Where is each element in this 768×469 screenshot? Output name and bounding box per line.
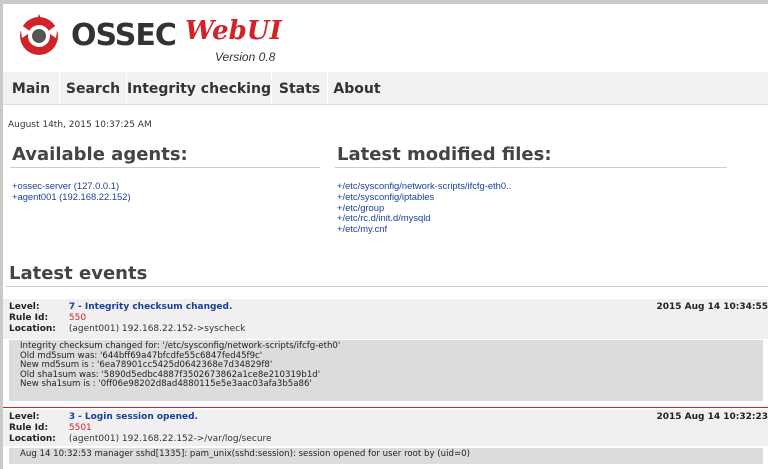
event-level: 7	[68, 302, 76, 312]
event-location: (agent001) 192.168.22.152->/var/log/secu…	[68, 434, 272, 444]
event-rule-line: Rule Id: 550	[9, 313, 86, 323]
agents-divider	[10, 167, 320, 168]
event-detail-line: New sha1sum is : '0ff06e98202d8ad4880115…	[20, 379, 312, 389]
event-date: 2015 Aug 14 10:34:55	[656, 302, 768, 312]
location-label: Location:	[9, 434, 56, 444]
rule-id-label: Rule Id:	[9, 423, 49, 433]
level-label: Level:	[9, 302, 40, 312]
event-description-link[interactable]: Login session opened.	[85, 412, 198, 422]
event-header: Level: 7 - Integrity checksum changed. R…	[3, 299, 768, 339]
event-date: 2015 Aug 14 10:32:23	[656, 412, 768, 422]
event-description-link[interactable]: Integrity checksum changed.	[85, 302, 233, 312]
available-agents-title: Available agents:	[12, 144, 188, 165]
event-rule-line: Rule Id: 5501	[9, 423, 92, 433]
current-timestamp: August 14th, 2015 10:37:25 AM	[8, 120, 152, 130]
event-level-line: Level: 7 - Integrity checksum changed.	[9, 302, 233, 312]
event-location: (agent001) 192.168.22.152->syscheck	[68, 324, 246, 334]
event-level-line: Level: 3 - Login session opened.	[9, 412, 198, 422]
header: OSSEC WebUI Version 0.8	[3, 4, 768, 72]
tab-stats[interactable]: Stats	[272, 72, 328, 104]
level-label: Level:	[9, 412, 40, 422]
event-level: 3	[68, 412, 76, 422]
tab-main[interactable]: Main	[3, 72, 60, 104]
tab-about[interactable]: About	[328, 72, 386, 104]
file-link[interactable]: +/etc/sysconfig/iptables	[337, 191, 511, 203]
event-separator	[3, 407, 768, 408]
agent-link[interactable]: +agent001 (192.168.22.152)	[12, 191, 131, 203]
event-details: Aug 14 10:32:53 manager sshd[1335]: pam_…	[9, 448, 763, 464]
event-location-line: Location: (agent001) 192.168.22.152->/va…	[9, 434, 272, 444]
files-divider	[335, 167, 727, 168]
event-detail-line: Aug 14 10:32:53 manager sshd[1335]: pam_…	[20, 449, 470, 459]
ossec-logo[interactable]: OSSEC WebUI Version 0.8	[15, 12, 435, 67]
main-nav: Main Search Integrity checking Stats Abo…	[3, 72, 768, 105]
event-header: Level: 3 - Login session opened. Rule Id…	[3, 410, 768, 446]
latest-events-title: Latest events	[9, 263, 148, 284]
agents-list: +ossec-server (127.0.0.1) +agent001 (192…	[12, 180, 131, 203]
event-location-line: Location: (agent001) 192.168.22.152->sys…	[9, 324, 245, 334]
location-label: Location:	[9, 324, 56, 334]
version-label: Version 0.8	[215, 50, 276, 64]
logo-ossec-text: OSSEC	[71, 18, 177, 53]
latest-modified-files-title: Latest modified files:	[337, 144, 552, 165]
event-details: Integrity checksum changed for: '/etc/sy…	[9, 340, 763, 401]
ossec-logo-icon	[20, 14, 58, 55]
rule-id-label: Rule Id:	[9, 313, 49, 323]
events-divider	[6, 286, 768, 287]
rule-id-link[interactable]: 5501	[69, 423, 92, 433]
rule-id-link[interactable]: 550	[69, 313, 86, 323]
modified-files-list: +/etc/sysconfig/network-scripts/ifcfg-et…	[337, 180, 511, 235]
tab-search[interactable]: Search	[60, 72, 127, 104]
file-link[interactable]: +/etc/my.cnf	[337, 223, 511, 235]
logo-webui-text: WebUI	[185, 16, 282, 46]
tab-integrity-checking[interactable]: Integrity checking	[127, 72, 272, 104]
